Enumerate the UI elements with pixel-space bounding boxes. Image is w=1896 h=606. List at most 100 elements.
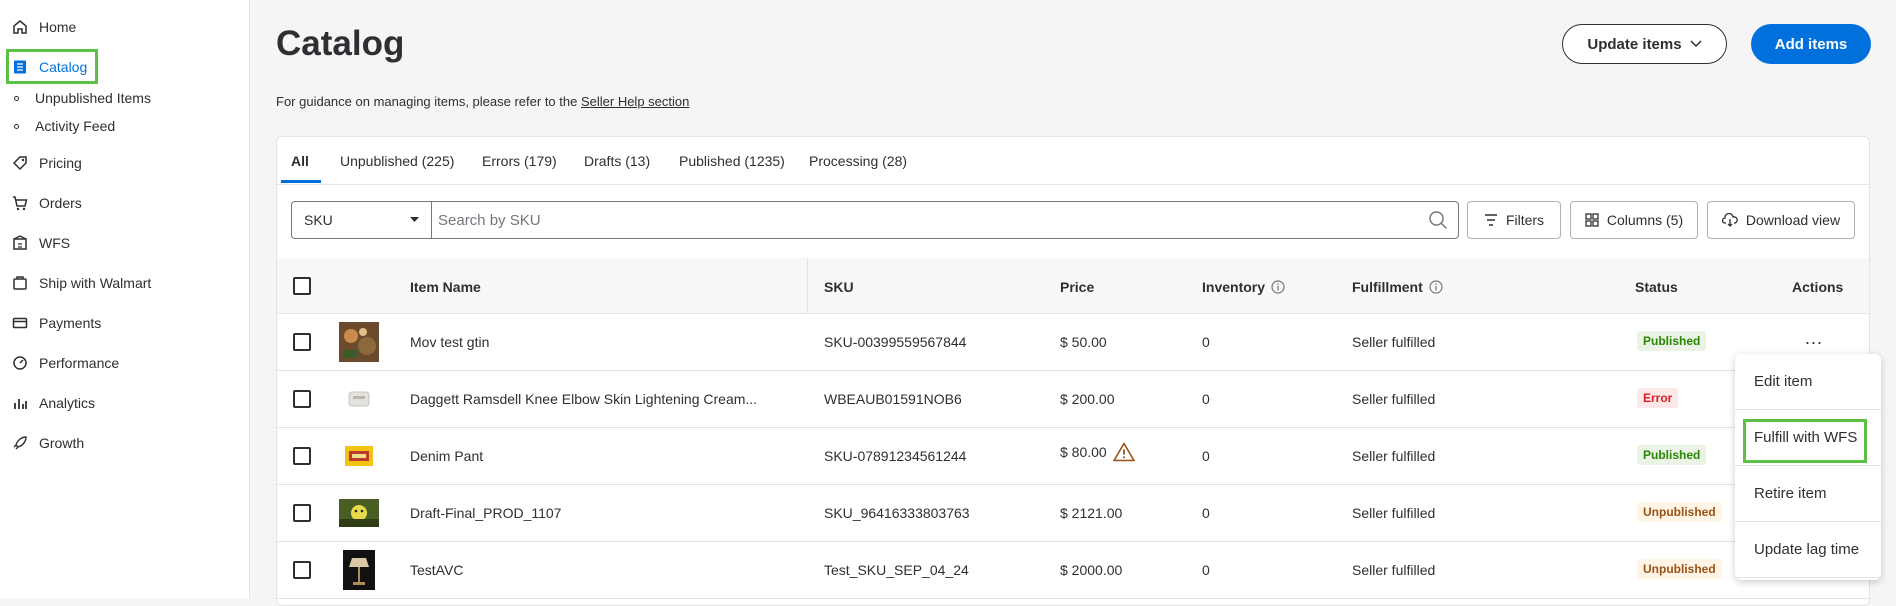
product-thumbnail[interactable] bbox=[339, 550, 379, 590]
search-button[interactable] bbox=[1418, 202, 1458, 238]
tab-unpublished[interactable]: Unpublished (225) bbox=[340, 153, 454, 169]
header-item-name[interactable]: Item Name bbox=[410, 279, 481, 295]
sidebar-item-home[interactable]: Home bbox=[12, 17, 76, 37]
tab-errors[interactable]: Errors (179) bbox=[482, 153, 557, 169]
search-bar: SKU bbox=[291, 201, 1459, 239]
row-actions-button[interactable]: ... bbox=[1805, 328, 1823, 349]
row-checkbox[interactable] bbox=[293, 561, 311, 579]
product-thumbnail[interactable] bbox=[339, 493, 379, 533]
sidebar-item-performance[interactable]: Performance bbox=[12, 353, 119, 373]
info-icon[interactable] bbox=[1429, 280, 1443, 294]
status-badge: Published bbox=[1637, 445, 1707, 465]
add-items-button[interactable]: Add items bbox=[1751, 24, 1871, 64]
search-field-select[interactable]: SKU bbox=[292, 202, 432, 238]
columns-button[interactable]: Columns (5) bbox=[1570, 201, 1698, 239]
sidebar-item-payments[interactable]: Payments bbox=[12, 313, 101, 333]
search-input[interactable] bbox=[432, 202, 1418, 238]
row-actions-menu: Edit item Fulfill with WFS Retire item U… bbox=[1735, 354, 1881, 580]
filters-button[interactable]: Filters bbox=[1467, 201, 1561, 239]
header-sku[interactable]: SKU bbox=[824, 279, 854, 295]
sidebar-item-growth[interactable]: Growth bbox=[12, 433, 84, 453]
item-price: $ 50.00 bbox=[1060, 334, 1107, 350]
tab-drafts[interactable]: Drafts (13) bbox=[584, 153, 650, 169]
row-checkbox[interactable] bbox=[293, 447, 311, 465]
item-fulfillment: Seller fulfilled bbox=[1352, 334, 1436, 350]
table-row[interactable]: TestAVC Test_SKU_SEP_04_24 $ 2000.00 0 S… bbox=[277, 542, 1869, 599]
guidance-text: For guidance on managing items, please r… bbox=[276, 94, 689, 109]
cloud-download-icon bbox=[1721, 213, 1738, 227]
menu-item-update-lag-time[interactable]: Update lag time bbox=[1735, 522, 1881, 578]
columns-label: Columns (5) bbox=[1606, 212, 1684, 228]
select-all-checkbox[interactable] bbox=[293, 277, 311, 295]
item-price: $ 2121.00 bbox=[1060, 505, 1123, 521]
update-items-button[interactable]: Update items bbox=[1562, 24, 1727, 64]
product-thumbnail[interactable] bbox=[339, 379, 379, 419]
sidebar-item-label: Ship with Walmart bbox=[39, 275, 152, 291]
sidebar-item-unpublished-items[interactable]: Unpublished Items bbox=[14, 90, 151, 106]
item-sku: SKU_96416333803763 bbox=[824, 505, 970, 521]
menu-item-retire-item[interactable]: Retire item bbox=[1735, 466, 1881, 522]
status-tabs: All Unpublished (225) Errors (179) Draft… bbox=[277, 137, 1869, 185]
download-view-button[interactable]: Download view bbox=[1707, 201, 1855, 239]
header-price[interactable]: Price bbox=[1060, 279, 1094, 295]
tab-all[interactable]: All bbox=[291, 153, 309, 169]
item-inventory: 0 bbox=[1202, 562, 1210, 578]
item-name[interactable]: Daggett Ramsdell Knee Elbow Skin Lighten… bbox=[410, 391, 757, 407]
sidebar-item-catalog[interactable]: Catalog bbox=[12, 57, 87, 77]
card-icon bbox=[12, 317, 28, 329]
item-inventory: 0 bbox=[1202, 334, 1210, 350]
warning-icon[interactable] bbox=[1112, 442, 1135, 462]
header-fulfillment[interactable]: Fulfillment bbox=[1352, 279, 1443, 295]
row-checkbox[interactable] bbox=[293, 504, 311, 522]
gauge-icon bbox=[13, 356, 27, 370]
status-badge: Unpublished bbox=[1637, 502, 1722, 522]
sidebar-item-label: Activity Feed bbox=[35, 118, 116, 134]
chevron-down-icon bbox=[1690, 40, 1702, 48]
cart-icon bbox=[13, 196, 28, 211]
table-row[interactable]: Daggett Ramsdell Knee Elbow Skin Lighten… bbox=[277, 371, 1869, 428]
product-thumbnail[interactable] bbox=[339, 322, 379, 362]
sidebar-item-orders[interactable]: Orders bbox=[12, 193, 82, 213]
menu-item-fulfill-with-wfs[interactable]: Fulfill with WFS bbox=[1735, 410, 1881, 466]
item-price-wrap: $ 80.00 bbox=[1060, 442, 1135, 462]
header-status[interactable]: Status bbox=[1635, 279, 1678, 295]
item-name[interactable]: Denim Pant bbox=[410, 448, 483, 464]
sidebar-item-wfs[interactable]: WFS bbox=[12, 233, 70, 253]
sidebar-item-ship-with-walmart[interactable]: Ship with Walmart bbox=[12, 273, 151, 293]
row-checkbox[interactable] bbox=[293, 390, 311, 408]
caret-down-icon bbox=[410, 217, 419, 222]
table-row[interactable]: Draft-Final_PROD_1107 SKU_96416333803763… bbox=[277, 485, 1869, 542]
item-sku: Test_SKU_SEP_04_24 bbox=[824, 562, 969, 578]
sidebar-item-label: WFS bbox=[39, 235, 71, 251]
column-divider bbox=[807, 258, 808, 313]
sidebar-item-analytics[interactable]: Analytics bbox=[12, 393, 95, 413]
table-row[interactable]: Denim Pant SKU-07891234561244 $ 80.00 0 … bbox=[277, 428, 1869, 485]
catalog-card: All Unpublished (225) Errors (179) Draft… bbox=[276, 136, 1870, 606]
info-icon[interactable] bbox=[1271, 280, 1285, 294]
sidebar-item-activity-feed[interactable]: Activity Feed bbox=[14, 118, 115, 134]
menu-item-edit-item[interactable]: Edit item bbox=[1735, 354, 1881, 410]
seller-help-link[interactable]: Seller Help section bbox=[581, 94, 689, 109]
sidebar-item-label: Performance bbox=[39, 355, 120, 371]
header-inventory-label: Inventory bbox=[1202, 279, 1266, 295]
table-row[interactable]: Mov test gtin SKU-00399559567844 $ 50.00… bbox=[277, 314, 1869, 371]
home-icon bbox=[13, 20, 27, 34]
tab-published[interactable]: Published (1235) bbox=[679, 153, 785, 169]
sidebar-item-label: Growth bbox=[39, 435, 85, 451]
product-thumbnail[interactable] bbox=[339, 436, 379, 476]
sidebar-item-label: Payments bbox=[39, 315, 102, 331]
chart-icon bbox=[14, 399, 27, 409]
bullet-icon bbox=[14, 123, 19, 129]
item-name[interactable]: Draft-Final_PROD_1107 bbox=[410, 505, 561, 521]
row-checkbox[interactable] bbox=[293, 333, 311, 351]
page-title: Catalog bbox=[276, 24, 405, 63]
wfs-icon bbox=[13, 235, 27, 250]
item-inventory: 0 bbox=[1202, 505, 1210, 521]
header-inventory[interactable]: Inventory bbox=[1202, 279, 1285, 295]
item-fulfillment: Seller fulfilled bbox=[1352, 505, 1436, 521]
item-name[interactable]: Mov test gtin bbox=[410, 334, 489, 350]
tab-processing[interactable]: Processing (28) bbox=[809, 153, 907, 169]
item-name[interactable]: TestAVC bbox=[410, 562, 463, 578]
sidebar-item-pricing[interactable]: Pricing bbox=[12, 153, 82, 173]
sidebar-item-label: Pricing bbox=[39, 155, 82, 171]
